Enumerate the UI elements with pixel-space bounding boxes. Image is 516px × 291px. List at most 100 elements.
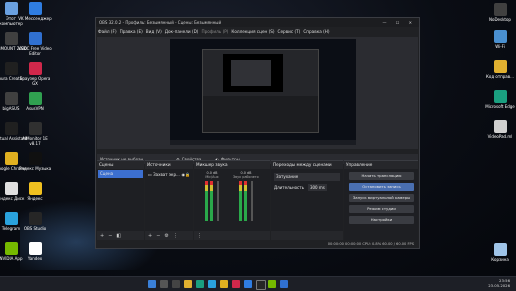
desktop-icon[interactable]: Yandex <box>18 242 52 261</box>
mixer-header: Микшер звука <box>194 161 270 169</box>
app-icon <box>28 152 42 165</box>
remove-icon[interactable]: − <box>156 233 160 239</box>
add-icon[interactable]: + <box>100 233 104 239</box>
preview-canvas[interactable] <box>170 39 356 145</box>
obs-statusbar: 00:00:00 00:00:00 CPU: 0.8% 60.00 / 60.0… <box>327 242 414 246</box>
duration-input[interactable]: 300 ms <box>307 184 327 191</box>
transition-select[interactable]: Затухание <box>274 173 340 181</box>
obs-titlebar[interactable]: OBS 32.0.2 - Профиль: Безымянный - Сцены… <box>96 18 419 27</box>
desktop-icon[interactable]: Яндекс Музыка <box>18 152 52 171</box>
menu-edit[interactable]: Правка (E) <box>120 27 143 36</box>
desktop-icon-label: VK Мессенджер <box>18 16 52 21</box>
app-icon <box>493 243 507 256</box>
app-icon <box>28 32 42 45</box>
start-streaming-button[interactable]: Начать трансляцию <box>349 172 414 180</box>
sources-footer: + − ⚙ ⋮ <box>145 231 193 240</box>
edge-icon[interactable] <box>196 280 204 288</box>
desktop-icon[interactable]: Wi-Fi <box>483 30 516 49</box>
add-icon[interactable]: + <box>148 233 152 239</box>
more-icon[interactable]: ⋮ <box>173 233 178 239</box>
stop-recording-button[interactable]: Остановить запись <box>349 183 414 191</box>
window-controls[interactable]: — ☐ ✕ <box>383 18 416 27</box>
obs-window[interactable]: OBS 32.0.2 - Профиль: Безымянный - Сцены… <box>95 17 420 249</box>
search-icon[interactable] <box>160 280 168 288</box>
desktop-icon-label: OBS Studio <box>23 226 47 231</box>
preview-taskbar <box>170 140 356 145</box>
app-icon <box>493 60 507 73</box>
desktop-icon[interactable]: AIMonitor 1E v8.17 <box>18 122 52 146</box>
desktop-icon[interactable]: AsusVPN <box>18 92 52 111</box>
tray-clock[interactable]: 23:56 23.05.2026 <box>488 278 510 288</box>
settings-button[interactable]: Настройки <box>349 216 414 224</box>
scenes-header: Сцены <box>97 161 144 169</box>
app-icon <box>28 2 42 15</box>
app-icon <box>493 90 507 103</box>
app-icon <box>4 152 18 165</box>
nvidia-icon[interactable] <box>268 280 276 288</box>
eye-icon[interactable]: ◉🔒 <box>182 171 190 178</box>
sources-header: Источники <box>145 161 193 169</box>
menu-profile[interactable]: Профиль (P) <box>201 27 228 36</box>
desktop-icon[interactable]: VK Мессенджер <box>18 2 52 21</box>
explorer-icon[interactable] <box>184 280 192 288</box>
filter-icon[interactable]: ◧ <box>116 233 121 239</box>
mixer-channel-mic: 0.0 dB Mic/Aux <box>199 171 225 221</box>
menu-help[interactable]: Справка (H) <box>303 27 329 36</box>
menu-view[interactable]: Вид (V) <box>146 27 162 36</box>
start-virtual-camera-button[interactable]: Запуск виртуальной камеры <box>349 194 414 202</box>
vk-icon[interactable] <box>244 280 252 288</box>
scenes-dock: Сцены Сцена + − ◧ <box>97 160 144 240</box>
desktop-icon[interactable]: Корзина <box>483 243 516 262</box>
transitions-footer <box>271 231 343 240</box>
transitions-header: Переходы между сценами <box>271 161 343 169</box>
vsdc-icon[interactable] <box>280 280 288 288</box>
desktop-icon[interactable]: VSDC Free Video Editor <box>18 32 52 56</box>
task-view-icon[interactable] <box>172 280 180 288</box>
desktop-volume-slider[interactable] <box>251 181 253 221</box>
desktop-icon[interactable]: NoDesktop <box>483 3 516 22</box>
remove-icon[interactable]: − <box>108 233 112 239</box>
desktop-icon[interactable]: Код отправ... <box>483 60 516 79</box>
controls-dock: Управление Начать трансляцию Остановить … <box>344 160 418 240</box>
channel-name: Звук рабочего стола <box>233 175 259 179</box>
duration-label: Длительность <box>274 185 304 190</box>
app-icon <box>4 2 18 15</box>
opera-icon[interactable] <box>232 280 240 288</box>
app-icon <box>28 212 42 225</box>
menu-scene-collection[interactable]: Коллекция сцен (S) <box>231 27 274 36</box>
scene-item[interactable]: Сцена <box>98 170 143 178</box>
menu-tools[interactable]: Сервис (T) <box>278 27 301 36</box>
menu-docks[interactable]: Док-панели (D) <box>165 27 199 36</box>
gear-icon[interactable]: ⚙ <box>164 233 168 239</box>
desktop-icon[interactable]: Яндекс <box>18 182 52 201</box>
sources-dock: Источники ▭ Захват экр... ◉🔒 + − ⚙ ⋮ <box>145 160 193 240</box>
desktop-icon-label: Wi-Fi <box>495 44 505 49</box>
app-icon <box>4 92 18 105</box>
controls-header: Управление <box>344 161 418 169</box>
desktop-icon-label: VideoPad.ml <box>487 134 513 139</box>
channel-name: Mic/Aux <box>205 175 219 179</box>
desktop-icon[interactable]: Браузер Opera GX <box>18 62 52 86</box>
desktop-icon-label: Корзина <box>491 257 509 262</box>
source-item[interactable]: ▭ Захват экр... ◉🔒 <box>146 171 192 178</box>
desktop-icon-label: Код отправ... <box>486 74 514 79</box>
desktop-icon[interactable]: VideoPad.ml <box>483 120 516 139</box>
desktop-icon-label: Microsoft Edge <box>485 104 515 109</box>
mic-volume-slider[interactable] <box>217 181 219 221</box>
desktop-icon[interactable]: OBS Studio <box>18 212 52 231</box>
studio-mode-button[interactable]: Режим студии <box>349 205 414 213</box>
start-icon[interactable] <box>148 280 156 288</box>
desktop-icon[interactable]: Microsoft Edge <box>483 90 516 109</box>
desktop-icon-label: AIMonitor 1E v8.17 <box>22 136 48 146</box>
mic-meter <box>199 181 225 221</box>
source-item-label: Захват экр... <box>153 172 180 177</box>
menu-file[interactable]: Файл (F) <box>98 27 117 36</box>
preview-area <box>97 37 418 149</box>
chrome-icon[interactable] <box>220 280 228 288</box>
obs-menubar: Файл (F) Правка (E) Вид (V) Док-панели (… <box>96 27 419 36</box>
obs-taskbar-icon[interactable] <box>256 280 266 290</box>
telegram-icon[interactable] <box>208 280 216 288</box>
desktop-icon-label: Яндекс <box>27 196 43 201</box>
mixer-menu-icon[interactable]: ⋮ <box>197 233 202 239</box>
app-icon <box>28 182 42 195</box>
